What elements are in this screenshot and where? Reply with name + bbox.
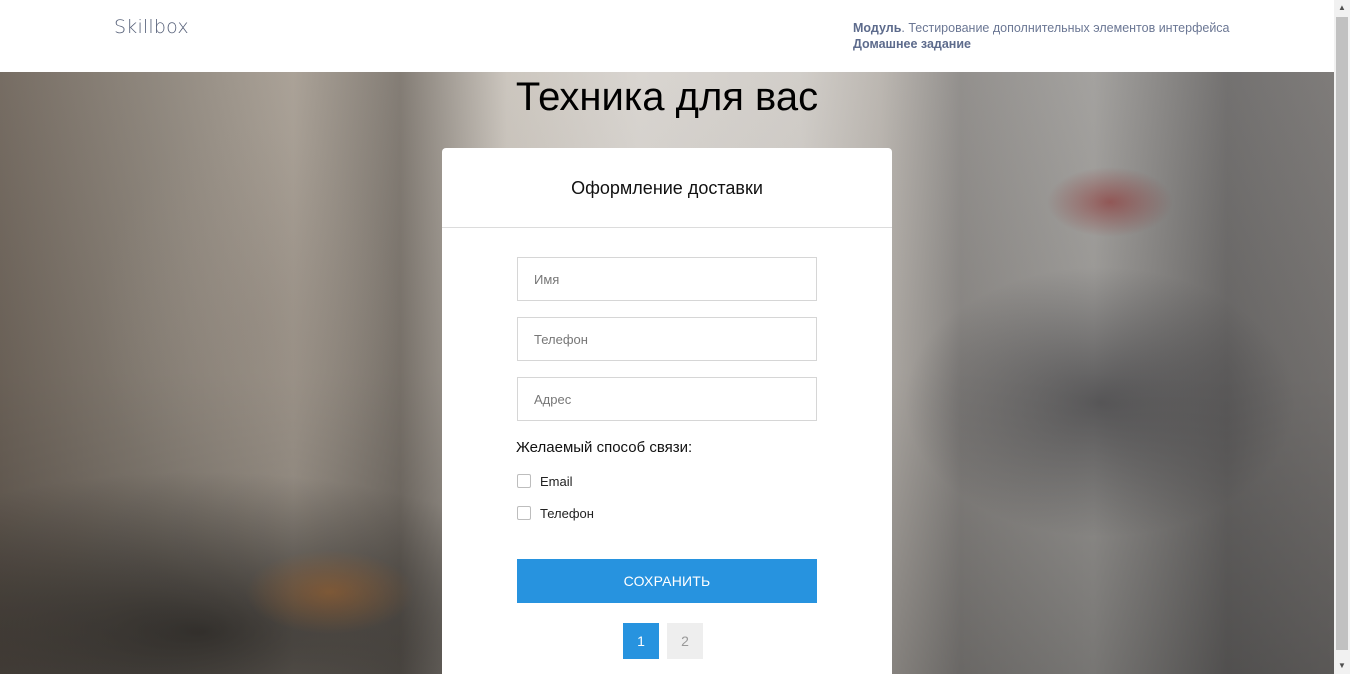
email-checkbox[interactable] xyxy=(517,474,531,488)
address-input[interactable] xyxy=(517,377,817,421)
homework-label: Домашнее задание xyxy=(853,37,971,51)
page: Skillbox Модуль. Тестирование дополнител… xyxy=(0,0,1350,674)
page-2-button[interactable]: 2 xyxy=(667,623,703,659)
scroll-down-icon[interactable]: ▼ xyxy=(1334,658,1350,674)
scroll-thumb[interactable] xyxy=(1336,17,1348,650)
page-1-button[interactable]: 1 xyxy=(623,623,659,659)
email-option-label[interactable]: Email xyxy=(540,474,573,489)
module-description: . Тестирование дополнительных элементов … xyxy=(901,21,1230,35)
page-title: Техника для вас xyxy=(515,75,819,119)
save-button[interactable]: СОХРАНИТЬ xyxy=(517,559,817,603)
module-label: Модуль xyxy=(853,21,902,35)
scroll-up-icon[interactable]: ▲ xyxy=(1334,0,1350,16)
skillbox-logo[interactable]: Skillbox xyxy=(114,16,189,38)
form-title: Оформление доставки xyxy=(442,148,892,228)
module-info: Модуль. Тестирование дополнительных элем… xyxy=(853,20,1230,36)
delivery-form-card: Оформление доставки Желаемый способ связ… xyxy=(442,148,892,674)
phone-option[interactable]: Телефон xyxy=(517,505,594,521)
contact-method-label: Желаемый способ связи: xyxy=(516,439,693,456)
vertical-scrollbar[interactable]: ▲ ▼ xyxy=(1334,0,1350,674)
site-header: Skillbox Модуль. Тестирование дополнител… xyxy=(0,0,1334,72)
phone-option-label[interactable]: Телефон xyxy=(540,506,594,521)
phone-checkbox[interactable] xyxy=(517,506,531,520)
pagination: 1 2 xyxy=(623,623,711,659)
name-input[interactable] xyxy=(517,257,817,301)
email-option[interactable]: Email xyxy=(517,473,573,489)
phone-input[interactable] xyxy=(517,317,817,361)
